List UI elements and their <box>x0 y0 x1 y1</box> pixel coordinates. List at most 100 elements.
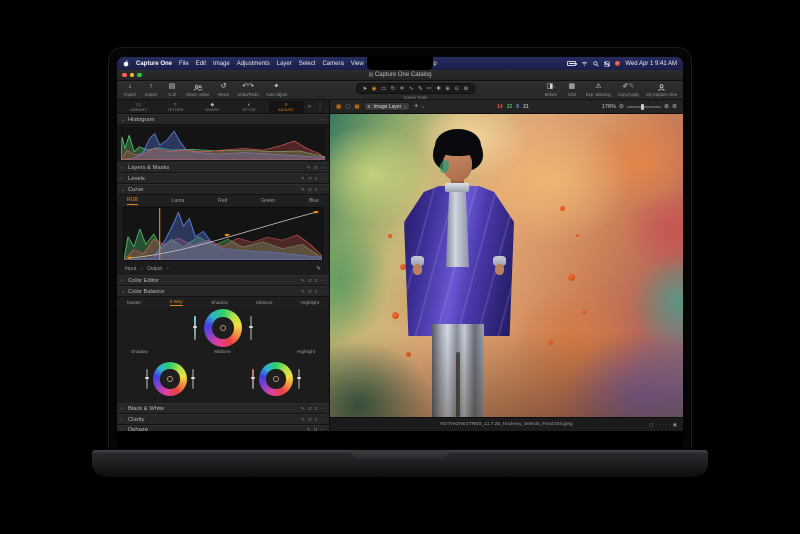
menu-view[interactable]: View <box>351 61 364 67</box>
panel-more-icon[interactable]: ⋯ <box>320 187 325 193</box>
panel-more-icon[interactable]: ⋯ <box>320 117 325 123</box>
panel-reset-icon[interactable]: ↺ <box>308 406 312 412</box>
panel-more-icon[interactable]: ⋯ <box>320 417 325 423</box>
panel-menu-icon[interactable]: ≡ <box>315 278 318 284</box>
panel-reset-icon[interactable]: ↺ <box>308 417 312 423</box>
curve-output-value[interactable]: – <box>166 266 169 272</box>
my-capture-one-button[interactable]: My Capture One <box>646 83 677 97</box>
curve-graph[interactable] <box>117 206 329 262</box>
zoom-level[interactable]: 176% <box>602 104 616 110</box>
proof-margin-icon-2[interactable]: ▢ <box>345 104 350 110</box>
footer-dot[interactable]: · <box>669 422 671 427</box>
curve-input-value[interactable]: – <box>140 266 143 272</box>
zoom-slider[interactable] <box>627 106 661 108</box>
battery-icon[interactable] <box>567 61 576 66</box>
tab-tether[interactable]: ≈ TETHER <box>158 101 193 113</box>
before-button[interactable]: ◨▾ Before <box>544 83 558 97</box>
panel-reset-icon[interactable]: ↺ <box>308 187 312 193</box>
panel-menu-icon[interactable]: ≡ <box>315 289 318 295</box>
panel-pen-icon[interactable]: ✎ <box>307 165 311 171</box>
zoom-slider-thumb[interactable] <box>641 104 644 110</box>
midtone-color-wheel[interactable] <box>204 309 242 347</box>
shadow-saturation-slider[interactable] <box>146 369 148 389</box>
highlight-lightness-slider[interactable] <box>298 369 300 389</box>
menu-camera[interactable]: Camera <box>322 61 343 67</box>
menu-image[interactable]: Image <box>213 61 230 67</box>
panel-pen-icon[interactable]: ✎ <box>301 187 305 193</box>
panel-reset-icon[interactable]: ↺ <box>314 165 318 171</box>
curve-tab-luma[interactable]: Luma <box>172 197 185 205</box>
zoom-out-icon[interactable]: ⊖ <box>619 103 624 110</box>
menu-layer[interactable]: Layer <box>277 61 292 67</box>
exposure-warning-button[interactable]: ⚠ Exp. Warning <box>586 83 611 97</box>
copy-apply-button[interactable]: ✐✎ Copy/Apply <box>618 83 639 97</box>
cull-button[interactable]: ▤ Cull <box>165 83 179 97</box>
apple-logo-icon[interactable] <box>123 60 129 67</box>
panel-pen-icon[interactable]: ✎ <box>301 278 305 284</box>
search-icon[interactable] <box>593 61 599 67</box>
cb-tab-shadow[interactable]: Shadow <box>211 299 228 306</box>
menu-capture-one[interactable]: Capture One <box>136 61 172 67</box>
tab-shape[interactable]: ◆ SHAPE <box>195 101 230 113</box>
curve-panel-header[interactable]: ⌄ Curve ✎ ↺ ≡ ⋯ <box>117 184 329 195</box>
shadow-color-wheel[interactable] <box>153 362 187 396</box>
curve-picker-icon[interactable]: ✎ <box>316 266 321 272</box>
tool-draw-mask-icon[interactable]: ✎ <box>418 84 423 94</box>
clarity-panel-header[interactable]: › Clarity ✎ ↺ ≡ ⋯ <box>117 414 329 425</box>
highlight-saturation-slider[interactable] <box>252 369 254 389</box>
cb-tab-highlight[interactable]: Highlight <box>301 299 319 306</box>
reset-button[interactable]: ↺ Reset <box>217 83 231 97</box>
panel-pen-icon[interactable]: ✎ <box>301 289 305 295</box>
tool-pan-icon[interactable]: ◉ <box>372 84 377 94</box>
panel-more-icon[interactable]: ⋯ <box>320 176 325 182</box>
tool-curve-icon[interactable]: ∿ <box>409 84 414 94</box>
panel-more-icon[interactable]: ⋯ <box>320 165 325 171</box>
curve-tab-rgb[interactable]: RGB <box>127 196 138 205</box>
histogram-panel-header[interactable]: ⌄ Histogram ⋯ <box>117 114 329 125</box>
panel-menu-icon[interactable]: ≡ <box>315 406 318 412</box>
footer-dot[interactable]: · <box>662 422 664 427</box>
panel-menu-icon[interactable]: ≡ <box>315 187 318 193</box>
cb-tab-3way[interactable]: 3-Way <box>170 298 183 306</box>
footer-dot[interactable]: · <box>659 422 661 427</box>
auto-adjust-button[interactable]: ✦ Auto Adjust <box>266 83 287 97</box>
black-white-panel-header[interactable]: › Black & White ✎ ↺ ≡ ⋯ <box>117 403 329 414</box>
tab-overflow-icon[interactable]: » <box>306 104 313 110</box>
tool-select-icon[interactable]: ➤ <box>363 84 368 94</box>
tab-library[interactable]: ▭ LIBRARY <box>121 101 156 113</box>
menu-edit[interactable]: Edit <box>196 61 206 67</box>
panel-menu-icon[interactable]: ≡ <box>315 417 318 423</box>
tab-kebab-icon[interactable]: ⋮ <box>315 103 325 110</box>
tool-rotate-icon[interactable]: ↻ <box>391 84 396 94</box>
panel-reset-icon[interactable]: ↺ <box>308 278 312 284</box>
shadow-lightness-slider[interactable] <box>192 369 194 389</box>
menu-adjustments[interactable]: Adjustments <box>237 61 270 67</box>
color-editor-panel-header[interactable]: › Color Editor ✎ ↺ ≡ ⋯ <box>117 275 329 286</box>
menu-extra-app-icon[interactable] <box>615 61 620 66</box>
panel-reset-icon[interactable]: ↺ <box>308 289 312 295</box>
curve-tab-green[interactable]: Green <box>261 197 275 205</box>
midtone-saturation-slider[interactable] <box>194 316 196 340</box>
curve-tab-blue[interactable]: Blue <box>309 197 319 205</box>
tool-loupe-icon[interactable]: ⊛ <box>464 84 469 94</box>
menu-select[interactable]: Select <box>299 61 316 67</box>
levels-panel-header[interactable]: › Levels ✎ ↺ ≡ ⋯ <box>117 173 329 184</box>
tool-crop-icon[interactable]: ▭ <box>381 84 386 94</box>
loupe-icon[interactable]: ⊛ <box>672 103 677 110</box>
control-center-icon[interactable] <box>604 61 610 67</box>
tool-erase-mask-icon[interactable]: ✏ <box>427 84 432 94</box>
color-balance-panel-header[interactable]: ⌄ Color Balance ✎ ↺ ≡ ⋯ <box>117 286 329 297</box>
layer-select[interactable]: ≡ Image Layer ▾ <box>364 102 410 111</box>
tool-spot-icon[interactable]: ⊙ <box>454 84 459 94</box>
add-layer-caret-icon[interactable]: ▾ <box>422 105 424 109</box>
panel-reset-icon[interactable]: ↺ <box>308 176 312 182</box>
highlight-color-wheel[interactable] <box>259 362 293 396</box>
export-button[interactable]: ↑ Export <box>144 83 158 97</box>
undo-redo-button[interactable]: ↶↷ Undo/Redo <box>238 83 259 97</box>
panel-more-icon[interactable]: ⋯ <box>320 406 325 412</box>
proof-margin-icon-3[interactable]: ▦ <box>354 104 359 110</box>
cb-tab-midtone[interactable]: Midtone <box>256 299 272 306</box>
panel-pen-icon[interactable]: ✎ <box>301 417 305 423</box>
footer-dot[interactable]: · <box>666 422 668 427</box>
photo-canvas[interactable] <box>330 114 683 417</box>
